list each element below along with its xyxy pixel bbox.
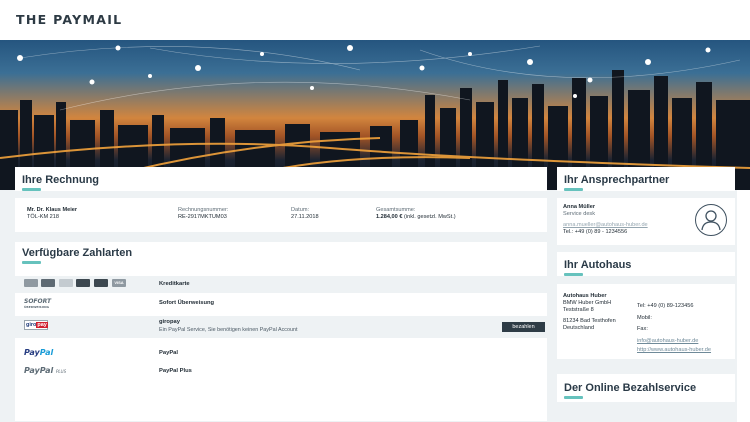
contact-email-link[interactable]: anna.mueller@autohaus-huber.de: [563, 222, 648, 229]
invoice-header: Ihre Rechnung: [15, 167, 547, 191]
payment-label: Sofort Überweisung: [159, 300, 215, 306]
contact-header: Ihr Ansprechpartner: [557, 167, 735, 191]
contact-details: Anna Müller Service desk anna.mueller@au…: [557, 198, 735, 245]
title-underline: [22, 188, 41, 191]
card-brand-icon: [76, 279, 90, 287]
dealer-address: Autohaus Huber BMW Huber GmbH Teststraße…: [563, 293, 616, 332]
title-underline: [564, 396, 583, 399]
invoice-total: Gesamtsumme: 1.284,00 € (inkl. gesetzl. …: [376, 207, 456, 221]
invoice-details: Mr. Dr. Klaus Meier TÖL-KM 218 Rechnungs…: [15, 198, 547, 232]
payment-row-kreditkarte[interactable]: VISA Kreditkarte: [15, 276, 547, 293]
pay-button[interactable]: bezahlen: [502, 322, 545, 332]
dealer-header: Ihr Autohaus: [557, 252, 735, 276]
dealer-street: Teststraße 8: [563, 307, 594, 313]
payment-label: Kreditkarte: [159, 281, 190, 287]
invoice-number-value: RE-2917MKTUM03: [178, 214, 227, 220]
dealer-web-link[interactable]: http://www.autohaus-huber.de: [637, 345, 711, 357]
paypal-plus-icon: PayPal PLUS: [24, 366, 67, 375]
visa-icon: VISA: [112, 279, 126, 287]
customer-reference: TÖL-KM 218: [27, 214, 60, 220]
avatar-icon: [695, 204, 727, 236]
invoice-total-label: Gesamtsumme:: [376, 207, 416, 213]
invoice-date-label: Datum:: [291, 207, 310, 213]
invoice-total-value: 1.284,00 €: [376, 214, 403, 220]
title-underline: [22, 261, 41, 264]
sofort-icon: SOFORT ÜBERWEISUNG: [24, 298, 52, 310]
title-underline: [564, 188, 583, 191]
payment-methods: Verfügbare Zahlarten VISA Kreditkarte SO…: [15, 242, 547, 421]
dealer-city: 81234 Bad Testhofen: [563, 318, 616, 324]
payment-row-paypal[interactable]: PayPal PayPal: [15, 345, 547, 362]
paypal-icon: PayPal: [24, 348, 54, 357]
invoice-number-label: Rechnungsnummer:: [178, 207, 229, 213]
dealer-contact: Tel: +49 (0) 89-123456 Mobil: Fax: info@…: [637, 301, 711, 357]
contact-role: Service desk: [563, 211, 596, 217]
card-brand-icon: [24, 279, 38, 287]
title-underline: [564, 273, 583, 276]
dealer-details: Autohaus Huber BMW Huber GmbH Teststraße…: [557, 284, 735, 359]
dealer-mobile: Mobil:: [637, 314, 652, 321]
dealer-company: BMW Huber GmbH: [563, 300, 612, 306]
invoice-title: Ihre Rechnung: [22, 174, 100, 186]
payment-label: PayPal: [159, 350, 179, 356]
dealer-phone: Tel: +49 (0) 89-123456: [637, 303, 694, 309]
dealer-title: Ihr Autohaus: [564, 259, 632, 271]
giropay-icon: giropay: [24, 320, 48, 330]
customer-name: Mr. Dr. Klaus Meier: [27, 207, 78, 213]
invoice-total-suffix: (inkl. gesetzl. MwSt.): [404, 214, 456, 220]
contact-title: Ihr Ansprechpartner: [564, 174, 670, 186]
top-bar: THE PAYMAIL: [0, 0, 750, 40]
card-brand-icon: [59, 279, 73, 287]
contact-phone: Tel.: +49 (0) 89 - 1234556: [563, 229, 628, 235]
card-brand-icon: [94, 279, 108, 287]
payment-row-sofort[interactable]: SOFORT ÜBERWEISUNG Sofort Überweisung: [15, 295, 547, 312]
payment-row-giropay[interactable]: giropay giropay Ein PayPal Service, Sie …: [15, 316, 547, 338]
dealer-name: Autohaus Huber: [563, 293, 607, 299]
card-brand-icon: [41, 279, 55, 287]
payment-title: Verfügbare Zahlarten: [22, 247, 133, 259]
invoice-number: Rechnungsnummer: RE-2917MKTUM03: [178, 207, 228, 221]
payment-label: PayPal Plus: [159, 368, 192, 374]
payment-description: Ein PayPal Service, Sie benötigen keinen…: [159, 327, 298, 333]
payment-label: giropay: [159, 319, 180, 325]
contact-info: Anna Müller Service desk anna.mueller@au…: [563, 204, 648, 236]
online-service-title: Der Online Bezahlservice: [564, 382, 697, 394]
invoice-date-value: 27.11.2018: [291, 214, 319, 220]
invoice-date: Datum: 27.11.2018: [291, 207, 319, 221]
online-service-header: Der Online Bezahlservice: [557, 374, 735, 402]
page-edge: [737, 190, 750, 422]
brand-logo[interactable]: THE PAYMAIL: [16, 12, 122, 27]
invoice-customer: Mr. Dr. Klaus Meier TÖL-KM 218: [27, 207, 77, 221]
dealer-country: Deutschland: [563, 325, 595, 331]
contact-name: Anna Müller: [563, 204, 596, 210]
dealer-fax: Fax:: [637, 326, 648, 332]
payment-row-paypal-plus[interactable]: PayPal PLUS PayPal Plus: [15, 363, 547, 380]
